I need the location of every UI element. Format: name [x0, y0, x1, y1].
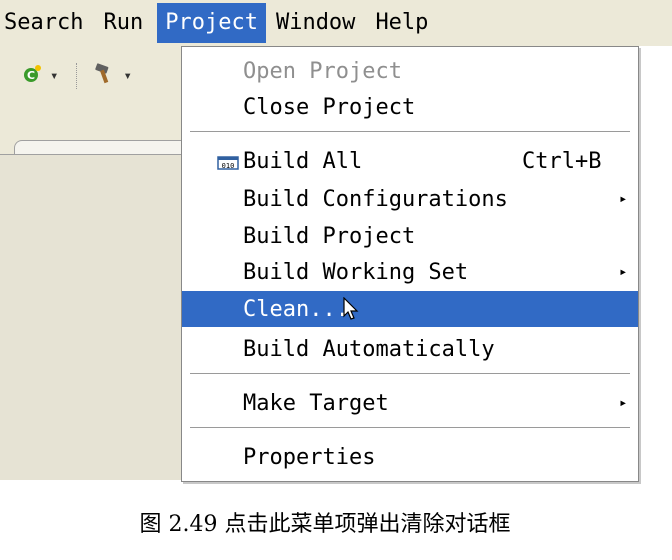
- new-wizard-button[interactable]: C ▾: [22, 64, 58, 89]
- submenu-arrow-icon: ▸: [619, 191, 628, 207]
- build-dropdown-icon[interactable]: ▾: [123, 68, 131, 84]
- menu-run[interactable]: Run: [93, 3, 153, 43]
- menu-search[interactable]: Search: [0, 3, 93, 43]
- menu-item-build-all[interactable]: 010 Build All Ctrl+B: [182, 143, 638, 179]
- menu-item-accelerator: Ctrl+B: [522, 148, 602, 174]
- menu-item-build-configurations[interactable]: Build Configurations ▸: [182, 181, 638, 217]
- menu-project[interactable]: Project: [157, 3, 266, 43]
- menu-item-label: Build All: [243, 148, 363, 174]
- build-button[interactable]: ▾: [93, 62, 132, 90]
- build-all-icon: 010: [216, 151, 240, 171]
- menu-item-label: Build Automatically: [243, 336, 495, 362]
- menu-divider: [190, 131, 630, 133]
- menu-item-label: Make Target: [243, 390, 389, 416]
- menu-item-make-target[interactable]: Make Target ▸: [182, 385, 638, 421]
- menu-item-label: Close Project: [243, 94, 416, 120]
- menu-window[interactable]: Window: [266, 3, 365, 43]
- svg-text:C: C: [27, 69, 35, 82]
- submenu-arrow-icon: ▸: [619, 395, 628, 411]
- menu-item-label: Build Project: [243, 223, 416, 249]
- build-hammer-icon: [93, 62, 115, 90]
- figure-caption: 图 2.49 点击此菜单项弹出清除对话框: [0, 506, 672, 538]
- menu-item-label: Open Project: [243, 58, 402, 84]
- menu-item-label: Build Configurations: [243, 186, 508, 212]
- menu-item-label: Properties: [243, 444, 376, 470]
- new-wizard-dropdown-icon[interactable]: ▾: [50, 68, 58, 84]
- view-tab-edge: [14, 140, 183, 155]
- menu-item-build-automatically[interactable]: Build Automatically: [182, 331, 638, 367]
- menu-item-label: Clean...: [243, 296, 349, 322]
- menu-item-label: Build Working Set: [243, 259, 469, 285]
- svg-text:010: 010: [222, 162, 235, 170]
- workbench-background: [0, 106, 183, 480]
- submenu-arrow-icon: ▸: [619, 264, 628, 280]
- toolbar-separator: [76, 63, 79, 89]
- menu-item-build-project[interactable]: Build Project: [182, 218, 638, 254]
- figure-caption-text: 图 2.49 点击此菜单项弹出清除对话框: [139, 512, 511, 537]
- menu-item-close-project[interactable]: Close Project: [182, 89, 638, 125]
- menu-help[interactable]: Help: [365, 3, 438, 43]
- new-wizard-icon: C: [22, 64, 42, 89]
- menu-item-properties[interactable]: Properties: [182, 439, 638, 475]
- menu-divider: [190, 373, 630, 375]
- mouse-cursor-icon: [342, 296, 360, 327]
- menu-item-open-project[interactable]: Open Project: [182, 53, 638, 89]
- view-area: [0, 155, 182, 480]
- menu-item-build-working-set[interactable]: Build Working Set ▸: [182, 254, 638, 290]
- menu-item-clean[interactable]: Clean...: [182, 291, 638, 327]
- menu-bar: Search Run Project Window Help: [0, 0, 672, 46]
- toolbar: C ▾ ▾: [0, 46, 182, 106]
- project-menu: Open Project Close Project 010 Build All…: [181, 46, 639, 482]
- menu-divider: [190, 427, 630, 429]
